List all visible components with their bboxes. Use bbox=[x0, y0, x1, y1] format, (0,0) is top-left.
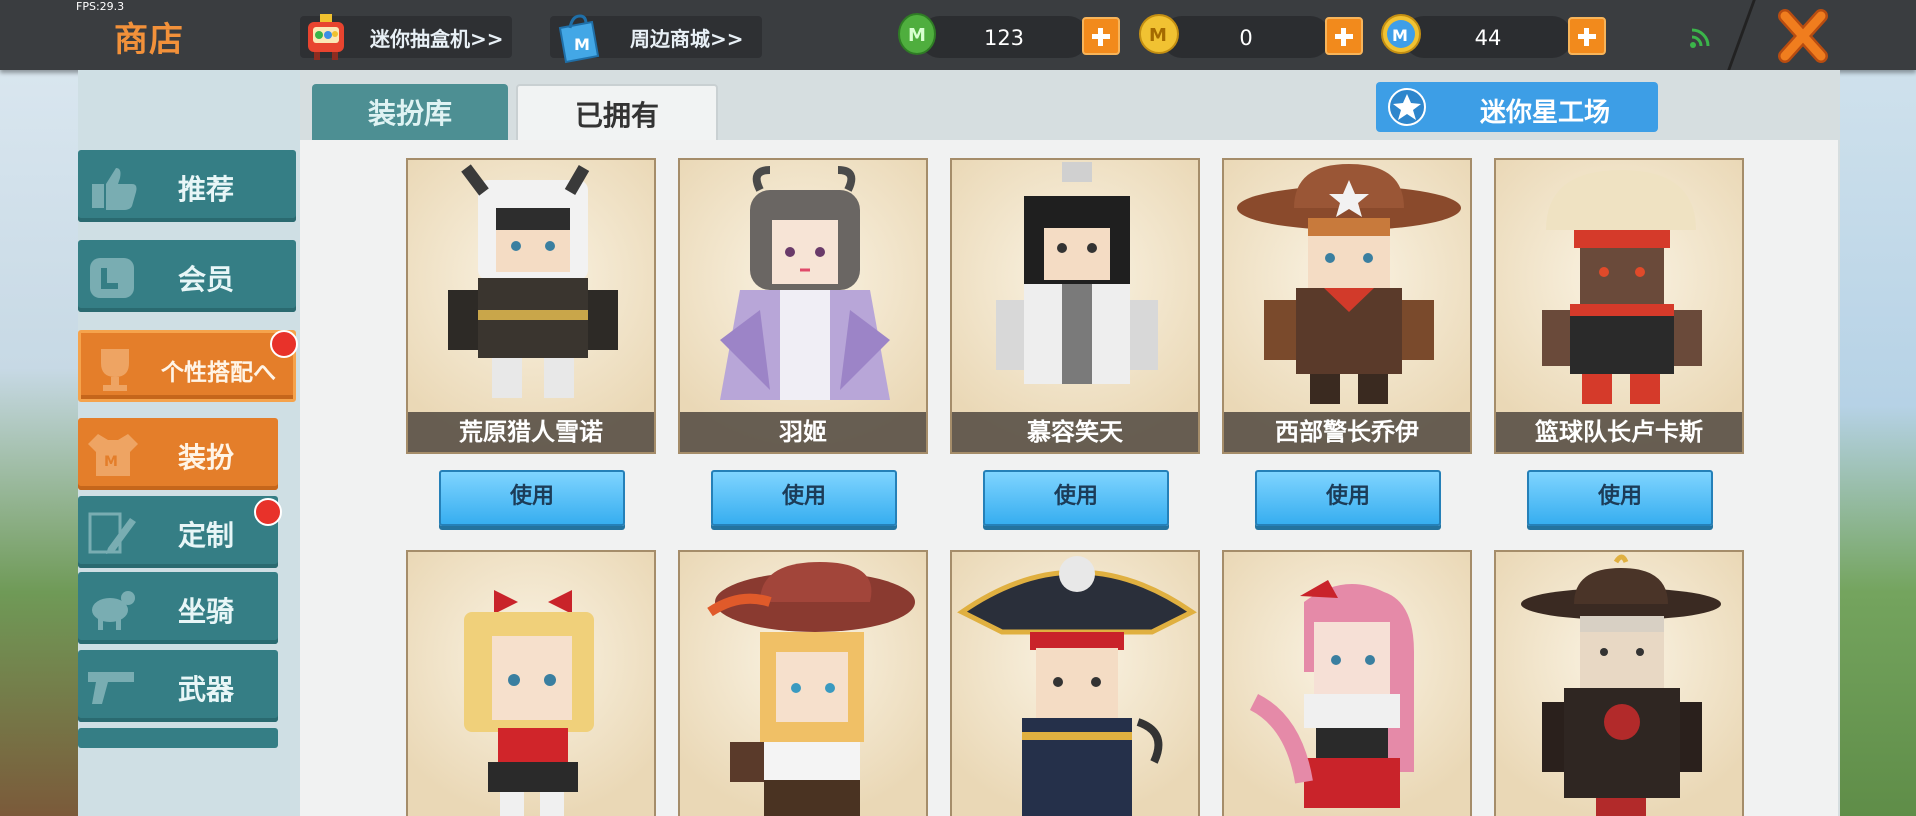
add-green-currency-button[interactable] bbox=[1082, 17, 1120, 55]
skin-name: 西部警长乔伊 bbox=[1224, 412, 1470, 452]
skin-card[interactable] bbox=[1222, 550, 1472, 816]
sidebar-item-label: 个性搭配へ bbox=[161, 360, 276, 386]
sidebar-item-member[interactable]: 会员 bbox=[78, 240, 296, 312]
sidebar-item-outfit[interactable]: M 装扮 bbox=[78, 418, 278, 490]
sidebar-item-label: 装扮 bbox=[178, 441, 235, 474]
skin-name: 篮球队长卢卡斯 bbox=[1496, 412, 1742, 452]
skin-card[interactable] bbox=[406, 550, 656, 816]
use-button[interactable]: 使用 bbox=[1255, 470, 1441, 526]
sidebar-item-label: 会员 bbox=[178, 263, 235, 296]
sidebar-item-recommend[interactable]: 推荐 bbox=[78, 150, 296, 222]
currency-value: 0 bbox=[1239, 26, 1253, 50]
svg-text:M: M bbox=[1392, 26, 1408, 45]
gacha-label: 迷你抽盒机>> bbox=[370, 26, 504, 51]
currency-blue: 44 bbox=[1404, 16, 1572, 58]
skin-card[interactable]: 篮球队长卢卡斯 bbox=[1494, 158, 1744, 454]
skin-card[interactable]: 西部警长乔伊 bbox=[1222, 158, 1472, 454]
sidebar-item-mount[interactable]: 坐骑 bbox=[78, 572, 278, 644]
character-image bbox=[996, 162, 1158, 384]
add-blue-currency-button[interactable] bbox=[1568, 17, 1606, 55]
character-image bbox=[448, 164, 618, 398]
character-image bbox=[1542, 170, 1702, 404]
thumbs-up-icon bbox=[92, 168, 137, 210]
use-button[interactable]: 使用 bbox=[439, 470, 625, 526]
skin-name: 荒原猎人雪诺 bbox=[408, 412, 654, 452]
gacha-button[interactable]: 迷你抽盒机>> bbox=[300, 14, 512, 60]
trophy-icon bbox=[101, 349, 129, 391]
character-image bbox=[957, 556, 1197, 816]
currency-gold: 0 bbox=[1162, 16, 1330, 58]
page-title: 商店 bbox=[114, 20, 184, 60]
skin-card[interactable] bbox=[678, 550, 928, 816]
sidebar-item-label: 武器 bbox=[178, 673, 235, 706]
shirt-icon: M bbox=[88, 434, 138, 476]
notification-dot bbox=[254, 498, 282, 526]
notification-dot bbox=[270, 330, 298, 358]
svg-text:M: M bbox=[908, 25, 926, 46]
shopping-bag-icon: M bbox=[558, 14, 600, 64]
tab-skin-library[interactable]: 装扮库 bbox=[312, 84, 508, 140]
currency-green: 123 bbox=[920, 16, 1088, 58]
sidebar-item-custom[interactable]: 定制 bbox=[78, 496, 278, 568]
member-badge-icon bbox=[90, 258, 134, 298]
mini-workshop-button[interactable]: 迷你星工场 bbox=[1376, 82, 1658, 132]
workshop-label: 迷你星工场 bbox=[1480, 98, 1611, 128]
gacha-machine-icon bbox=[308, 14, 344, 60]
skin-card[interactable]: 慕容笑天 bbox=[950, 158, 1200, 454]
background-scenery-right bbox=[1838, 70, 1916, 816]
character-image bbox=[1249, 580, 1414, 808]
pistol-icon bbox=[88, 672, 134, 704]
star-badge-icon bbox=[1388, 88, 1426, 126]
close-icon[interactable] bbox=[1775, 8, 1831, 64]
add-gold-currency-button[interactable] bbox=[1325, 17, 1363, 55]
sidebar-item-label: 定制 bbox=[178, 519, 235, 552]
top-bar: FPS:29.3 商店 迷你抽盒机>> M 周边商城>> 123 M 0 M 4… bbox=[0, 0, 1916, 70]
skin-name: 羽姬 bbox=[680, 412, 926, 452]
skin-card[interactable] bbox=[1494, 550, 1744, 816]
mall-label: 周边商城>> bbox=[630, 26, 744, 51]
currency-value: 123 bbox=[983, 26, 1025, 50]
use-button[interactable]: 使用 bbox=[711, 470, 897, 526]
svg-text:M: M bbox=[1149, 25, 1167, 46]
character-image bbox=[720, 166, 890, 400]
character-image bbox=[707, 562, 915, 816]
character-image bbox=[1521, 554, 1721, 816]
gold-mini-coin-icon: M bbox=[1139, 14, 1179, 54]
sidebar-item-style-mix[interactable]: 个性搭配へ bbox=[78, 330, 296, 402]
sidebar-item-label: 推荐 bbox=[178, 173, 235, 206]
skin-name: 慕容笑天 bbox=[952, 412, 1198, 452]
tab-owned[interactable]: 已拥有 bbox=[516, 84, 718, 142]
use-button[interactable]: 使用 bbox=[1527, 470, 1713, 526]
character-image bbox=[464, 590, 594, 816]
svg-text:M: M bbox=[104, 454, 118, 470]
blue-mini-coin-icon: M bbox=[1381, 14, 1421, 54]
character-image bbox=[1237, 164, 1461, 404]
top-bar-divider bbox=[1727, 0, 1756, 70]
svg-text:M: M bbox=[574, 35, 590, 54]
mount-icon bbox=[92, 591, 135, 630]
pencil-icon bbox=[88, 512, 136, 554]
use-button[interactable]: 使用 bbox=[983, 470, 1169, 526]
skin-card[interactable] bbox=[950, 550, 1200, 816]
background-scenery-left bbox=[0, 70, 78, 816]
currency-value: 44 bbox=[1474, 26, 1502, 50]
wifi-signal-icon bbox=[1690, 28, 1710, 48]
sidebar-item-weapon[interactable]: 武器 bbox=[78, 650, 278, 722]
green-mini-coin-icon: M bbox=[898, 13, 936, 55]
sidebar-item-label: 坐骑 bbox=[178, 595, 235, 628]
sidebar-item-partial[interactable] bbox=[78, 728, 278, 748]
mall-button[interactable]: M 周边商城>> bbox=[550, 14, 762, 64]
skin-card[interactable]: 羽姬 bbox=[678, 158, 928, 454]
skin-card[interactable]: 荒原猎人雪诺 bbox=[406, 158, 656, 454]
